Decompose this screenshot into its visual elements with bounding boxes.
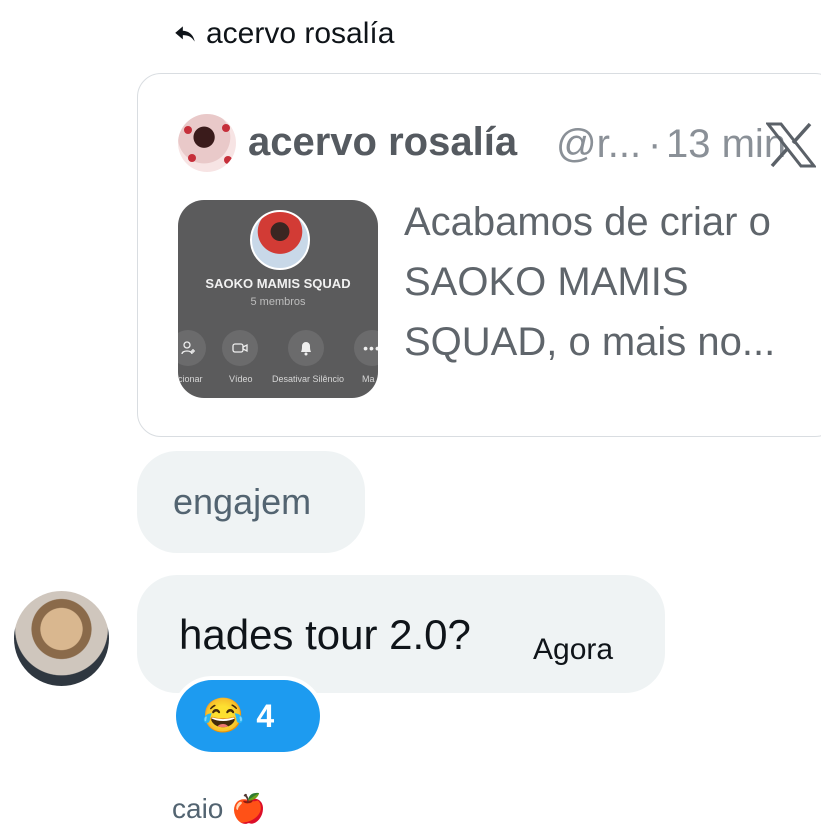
sender-avatar[interactable] <box>14 591 109 686</box>
reply-arrow-icon <box>175 26 195 42</box>
quoted-post-handle: @r... <box>556 122 642 166</box>
group-chat-thumbnail: SAOKO MAMIS SQUAD 5 membros ••• icionar … <box>178 200 378 398</box>
group-avatar <box>250 210 310 270</box>
message-text: hades tour 2.0? <box>179 611 471 658</box>
message-bubble[interactable]: hades tour 2.0? Agora <box>137 575 665 693</box>
quoted-post-text: Acabamos de criar o SAOKO MAMIS SQUAD, o… <box>404 200 776 364</box>
reaction-badge[interactable]: 😂 4 <box>176 680 320 752</box>
quoted-post-card[interactable]: acervo rosalía @r... · 13 min SAOKO MAMI… <box>137 73 821 437</box>
quoted-post-display-name: acervo rosalía <box>248 120 518 164</box>
message-text: engajem <box>173 481 312 522</box>
thumb-action-label: icionar <box>178 374 203 384</box>
message-bubble[interactable]: engajem <box>137 451 365 553</box>
thumb-action-label: Desativar Silêncio <box>272 374 345 384</box>
reply-context[interactable]: acervo rosalía <box>172 14 394 54</box>
video-icon <box>222 330 258 366</box>
group-members: 5 membros <box>250 296 306 308</box>
message-timestamp: Agora <box>533 633 614 666</box>
reply-context-label: acervo rosalía <box>206 17 395 50</box>
quoted-post-separator: · <box>648 122 662 166</box>
reaction-count: 4 <box>256 697 275 734</box>
add-person-icon <box>178 330 206 366</box>
thumb-action-label: Vídeo <box>229 374 253 384</box>
group-name: SAOKO MAMIS SQUAD <box>205 276 351 291</box>
next-sender-name: caio 🍎 <box>172 793 267 824</box>
thumb-action-label: Ma <box>362 374 375 384</box>
quoted-post-avatar <box>178 114 236 172</box>
more-icon: ••• <box>354 330 378 366</box>
laughing-emoji-icon: 😂 <box>202 697 245 735</box>
bell-icon <box>288 330 324 366</box>
x-logo-icon <box>766 122 816 168</box>
